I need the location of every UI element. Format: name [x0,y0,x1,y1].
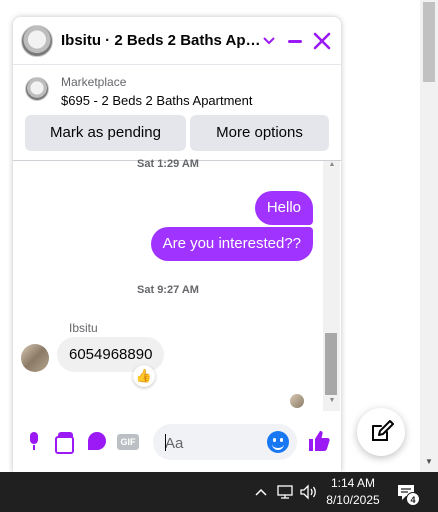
photo-icon[interactable] [54,430,76,454]
more-options-button[interactable]: More options [190,115,329,151]
gif-icon[interactable]: GIF [117,434,139,450]
taskbar: 1:14 AM 8/10/2025 4 [0,472,438,512]
thumbs-up-reaction-icon[interactable]: 👍 [133,365,155,387]
sticker-icon[interactable] [86,430,108,452]
message-timestamp: Sat 9:27 AM [137,284,199,296]
scroll-down-icon[interactable]: ▼ [327,397,337,404]
message-timestamp: Sat 1:29 AM [137,158,199,170]
listing-title[interactable]: $695 - 2 Beds 2 Baths Apartment [61,93,253,108]
close-icon[interactable] [310,29,334,53]
chat-window: Ibsitu · 2 Beds 2 Baths Apa... Marketpla… [13,17,341,472]
clock-date[interactable]: 8/10/2025 [322,493,384,507]
sender-avatar[interactable] [21,344,49,372]
conversation-avatar[interactable] [21,25,53,57]
notification-count-badge: 4 [406,492,420,506]
like-icon[interactable] [307,429,331,453]
clock-time[interactable]: 1:14 AM [325,476,381,490]
composer: GIF [13,419,341,472]
page-scroll-down-icon[interactable]: ▼ [423,456,435,468]
conversation-title[interactable]: Ibsitu · 2 Beds 2 Baths Apa... [61,32,261,49]
outgoing-message[interactable]: Are you interested?? [150,227,313,261]
marketplace-label: Marketplace [61,75,127,89]
message-list[interactable]: Sat 1:29 AM Hello Are you interested?? S… [13,158,341,411]
page-scrollbar-thumb[interactable] [423,2,435,82]
marketplace-banner: Marketplace $695 - 2 Beds 2 Baths Apartm… [13,65,341,161]
chevron-up-icon[interactable] [254,483,268,501]
network-icon[interactable] [276,483,294,501]
mark-as-pending-button[interactable]: Mark as pending [25,115,186,151]
message-scrollbar[interactable]: ▲ ▼ [323,161,340,411]
message-input-wrapper[interactable] [153,424,297,460]
sender-name: Ibsitu [69,321,98,335]
message-scrollbar-thumb[interactable] [325,333,337,395]
listing-thumbnail[interactable] [25,77,49,101]
minimize-icon[interactable] [283,29,307,53]
chevron-down-icon[interactable] [257,29,281,53]
compose-icon [372,420,394,441]
volume-icon[interactable] [299,483,319,501]
scroll-up-icon[interactable]: ▲ [327,161,337,168]
message-input[interactable] [165,433,261,453]
text-caret [165,434,166,451]
microphone-icon[interactable] [23,430,45,452]
new-message-button[interactable] [357,408,405,456]
outgoing-message[interactable]: Hello [254,191,313,225]
seen-avatar [290,394,304,408]
chat-header[interactable]: Ibsitu · 2 Beds 2 Baths Apa... [13,17,341,65]
emoji-icon[interactable] [267,431,289,453]
